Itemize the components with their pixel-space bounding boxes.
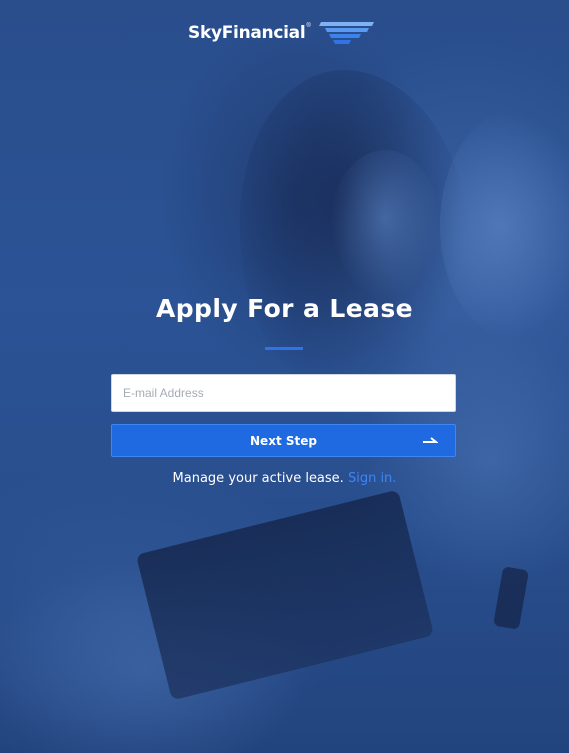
email-field[interactable]: [111, 374, 456, 412]
next-step-button[interactable]: Next Step: [111, 424, 456, 457]
title-divider: [265, 347, 303, 350]
next-step-label: Next Step: [250, 433, 317, 448]
sign-in-link[interactable]: Sign in.: [348, 471, 396, 486]
page-title: Apply For a Lease: [156, 294, 413, 323]
lease-application-panel: Apply For a Lease Next Step Manage your …: [0, 0, 569, 753]
arrow-right-icon: [423, 437, 438, 443]
manage-lease-text: Manage your active lease.: [172, 471, 344, 486]
manage-lease-line: Manage your active lease. Sign in.: [0, 471, 569, 486]
